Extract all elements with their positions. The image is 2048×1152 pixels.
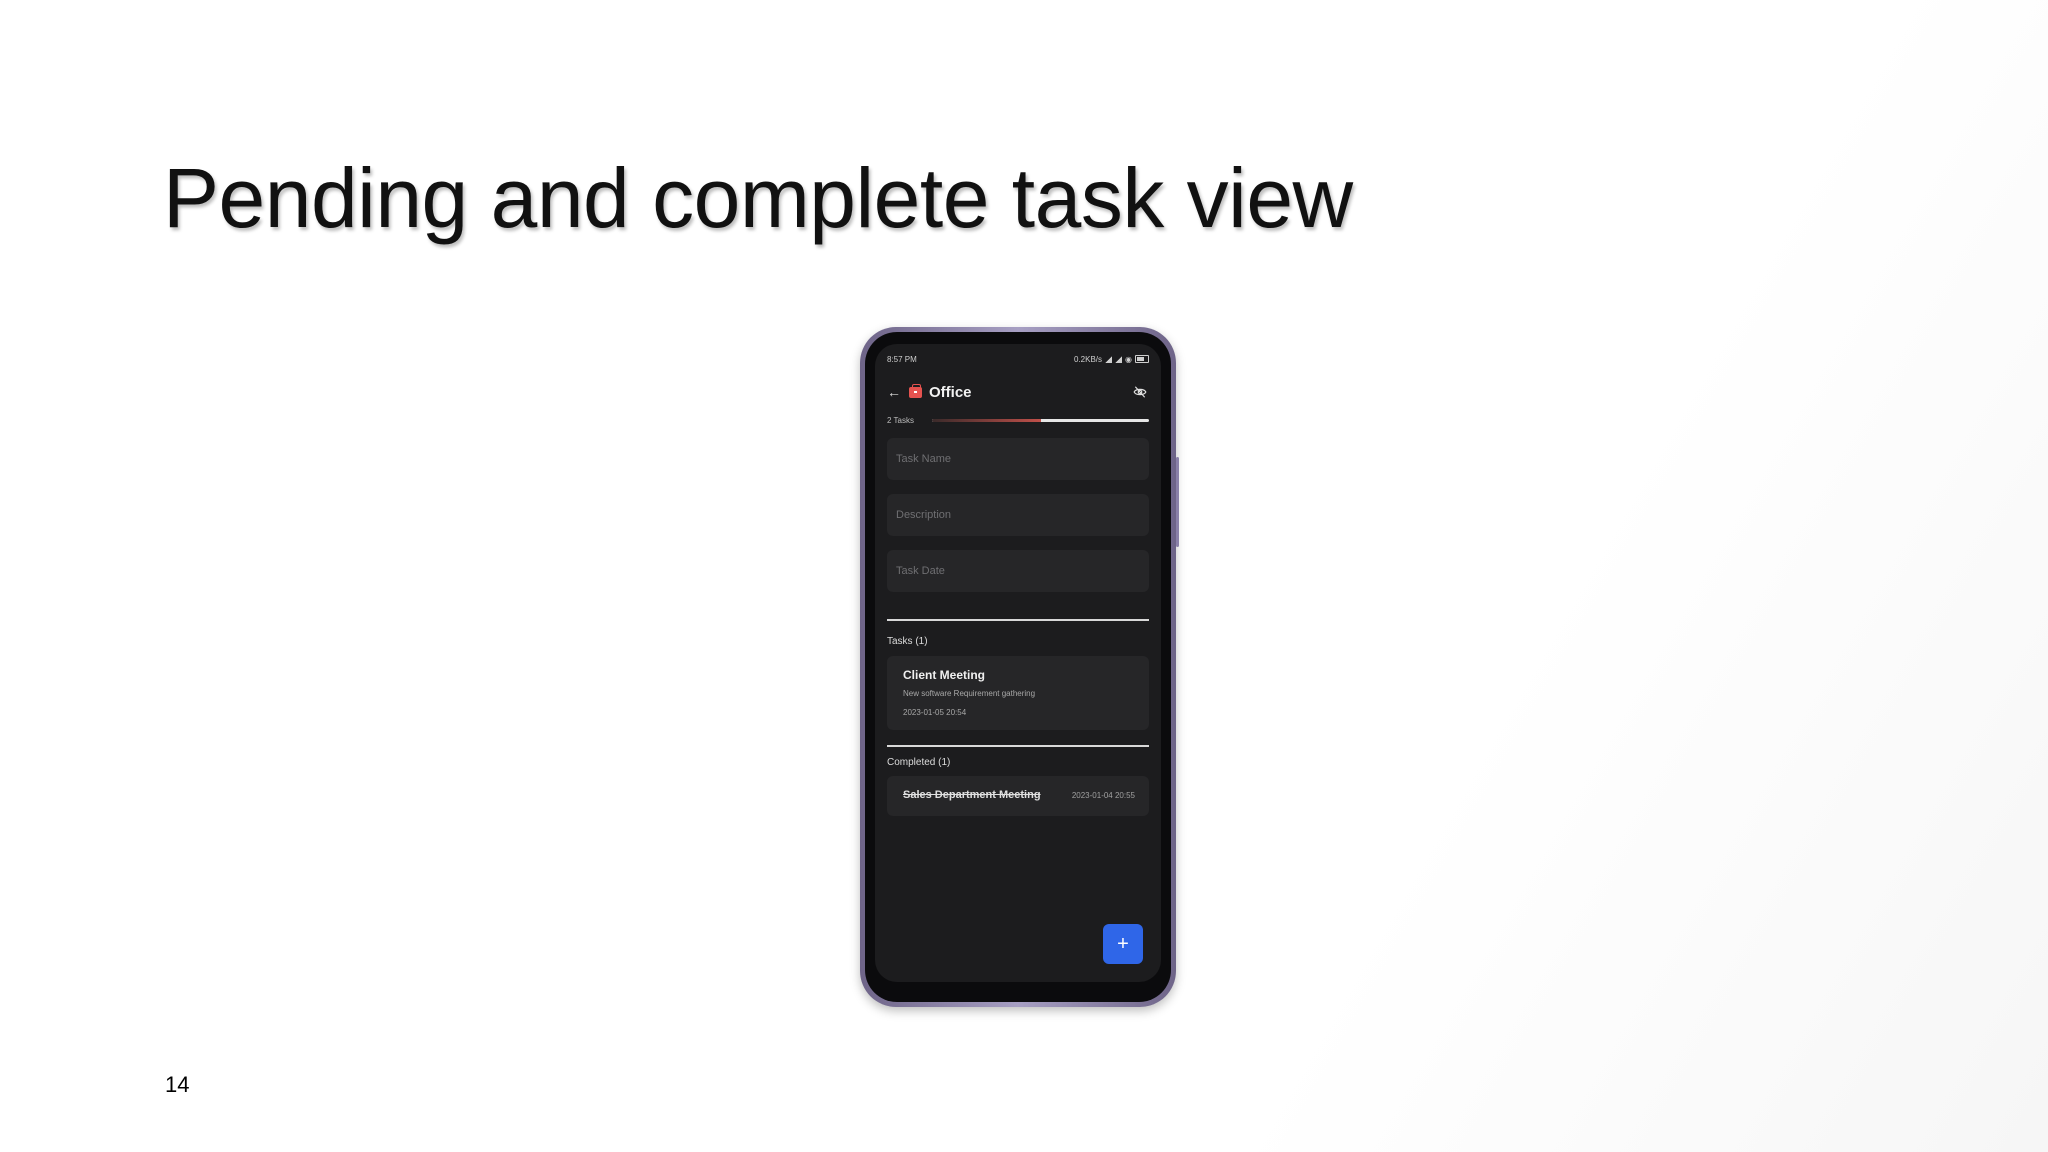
description-input[interactable] [887,494,1149,536]
phone-frame: 8:57 PM 0.2KB/s ◉ ← Office 2 Tasks Task … [860,327,1179,1007]
network-speed: 0.2KB/s [1074,354,1103,364]
slide: Pending and complete task view 8:57 PM 0… [0,0,2048,1152]
arrow-back-icon[interactable]: ← [887,384,909,400]
status-bar: 8:57 PM 0.2KB/s ◉ [887,352,1149,366]
pending-task-card[interactable]: Client Meeting New software Requirement … [887,656,1149,730]
task-description: New software Requirement gathering [903,689,1036,698]
progress-fill [932,418,1041,422]
completed-task-date: 2023-01-04 20:55 [1071,791,1135,800]
divider [887,619,1149,621]
completed-task-card[interactable]: Sales Department Meeting 2023-01-04 20:5… [887,776,1149,816]
task-progress: 2 Tasks [887,414,1149,426]
slide-title: Pending and complete task view [163,151,1353,245]
task-date: 2023-01-05 20:54 [903,708,967,717]
status-icons: 0.2KB/s ◉ [1074,355,1149,364]
pending-header: Tasks (1) [887,636,928,647]
wifi-icon: ◉ [1125,354,1132,364]
add-task-button[interactable]: + [1103,924,1143,964]
app-bar: ← Office [887,380,1149,404]
completed-header: Completed (1) [887,757,951,768]
progress-bar [932,418,1149,422]
app-screen: 8:57 PM 0.2KB/s ◉ ← Office 2 Tasks Task … [875,344,1161,982]
phone-side-button [1176,457,1179,547]
folder-icon [909,383,922,398]
divider-2 [887,745,1149,747]
status-time: 8:57 PM [887,354,917,364]
category-title: Office [929,383,972,401]
eye-off-icon[interactable] [1131,383,1149,401]
task-date-input[interactable] [887,550,1149,592]
slide-number: 14 [165,1072,190,1097]
signal-icon-2 [1115,355,1123,363]
completed-task-title: Sales Department Meeting [903,789,1041,801]
task-name-input[interactable] [887,438,1149,480]
task-title: Client Meeting [903,668,986,682]
battery-icon [1135,355,1149,363]
signal-icon [1105,355,1113,363]
phone-bezel: 8:57 PM 0.2KB/s ◉ ← Office 2 Tasks Task … [865,332,1171,1002]
progress-label: 2 Tasks [887,415,914,425]
